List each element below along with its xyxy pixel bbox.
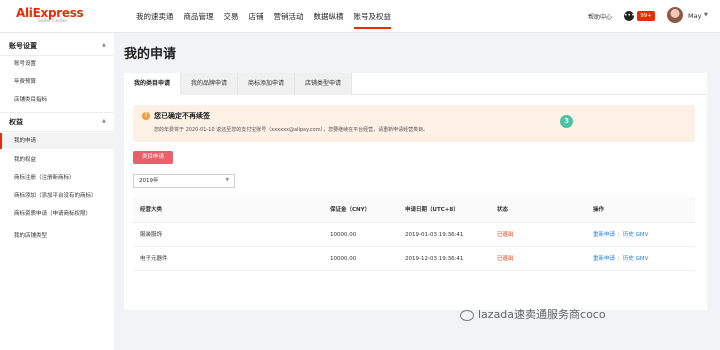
column-header-category: 经营大类 [140, 207, 163, 213]
message-count-badge: 99+ [637, 11, 655, 21]
sidebar-section-rights[interactable]: 权益 [9, 117, 23, 127]
cell-date: 2019-01-03 19:36:41 [405, 232, 464, 238]
cell-actions: 重新申请 | 历史 GMV [593, 223, 648, 247]
applications-panel: 我的类目申请 我的品牌申请 商标添加申请 店铺类型申请 ! 您已确定不再续签 您… [124, 73, 707, 310]
nav-orders[interactable]: 交易 [224, 0, 239, 33]
applications-table: 经营大类 保证金（CNY） 申请日期（UTC+8） 状态 操作 服装服饰 100… [133, 197, 695, 271]
message-icon[interactable]: ••• [624, 11, 635, 21]
cell-status: 已退出 [497, 232, 514, 238]
nav-account[interactable]: 账号及权益 [353, 0, 391, 33]
divider [0, 112, 114, 113]
category-apply-button[interactable]: 类目申请 [133, 151, 173, 164]
cell-deposit: 10000.00 [330, 232, 357, 238]
notice-text: 您的年费将于 2020-01-10 返还至您的支付宝账号（xxxxxx@alip… [154, 127, 429, 133]
action-separator: | [618, 256, 620, 262]
tab-trademark-add-applications[interactable]: 商标添加申请 [238, 73, 296, 95]
notice-title: 您已确定不再续签 [154, 112, 210, 120]
column-header-date: 申请日期（UTC+8） [405, 207, 459, 213]
sidebar-item-my-rights[interactable]: 我的权益 [0, 152, 114, 168]
collapse-arrow-icon[interactable]: ▲ [102, 42, 106, 48]
sidebar-item-trademark-add[interactable]: 商标添加（添加平台没有的商标） [0, 188, 114, 204]
chevron-down-icon[interactable]: ▼ [704, 12, 708, 18]
table-row: 电子元器件 10000.00 2019-12-03 19:36:41 已退出 重… [133, 247, 695, 271]
main-nav: 我的速卖通 商品管理 交易 店铺 营销活动 数据纵横 账号及权益 [136, 0, 401, 33]
cell-date: 2019-12-03 19:36:41 [405, 256, 464, 262]
action-separator: | [618, 232, 620, 238]
cell-actions: 重新申请 | 历史 GMV [593, 247, 648, 271]
top-header: AliExpress Seller Center 我的速卖通 商品管理 交易 店… [0, 0, 720, 33]
tab-bar: 我的类目申请 我的品牌申请 商标添加申请 店铺类型申请 [124, 73, 707, 95]
avatar[interactable] [667, 7, 683, 23]
page-title: 我的申请 [124, 47, 177, 62]
tab-store-type-applications[interactable]: 店铺类型申请 [295, 73, 353, 95]
nav-products[interactable]: 商品管理 [184, 0, 214, 33]
year-select[interactable]: 2019年 ▼ [133, 174, 235, 188]
collapse-arrow-icon[interactable]: ▲ [102, 118, 106, 124]
history-gmv-link[interactable]: 历史 GMV [623, 256, 649, 262]
chevron-down-icon: ▼ [225, 178, 229, 183]
tab-category-applications[interactable]: 我的类目申请 [124, 73, 182, 95]
sidebar: 账号设置 ▲ 账号设置 年费预算 店铺类目指标 权益 ▲ 我的申请 我的权益 商… [0, 33, 114, 350]
aliexpress-logo[interactable]: AliExpress Seller Center [16, 6, 84, 24]
help-center-link[interactable]: 帮助中心 [588, 12, 612, 21]
history-gmv-link[interactable]: 历史 GMV [623, 232, 649, 238]
notice-banner: ! 您已确定不再续签 您的年费将于 2020-01-10 返还至您的支付宝账号（… [133, 105, 695, 142]
reapply-link[interactable]: 重新申请 [593, 232, 615, 238]
sidebar-item-account-settings[interactable]: 账号设置 [0, 56, 114, 72]
nav-store[interactable]: 店铺 [249, 0, 264, 33]
sidebar-item-trademark-register[interactable]: 商标注册（注册新商标） [0, 170, 114, 186]
year-select-value: 2019年 [139, 178, 159, 184]
cell-status: 已退出 [497, 256, 514, 262]
sidebar-item-category-indicators[interactable]: 店铺类目指标 [0, 92, 114, 108]
nav-data[interactable]: 数据纵横 [314, 0, 344, 33]
watermark-text: lazada速卖通服务商coco [478, 308, 606, 321]
nav-my-aliexpress[interactable]: 我的速卖通 [136, 0, 174, 33]
main-content: 我的申请 我的类目申请 我的品牌申请 商标添加申请 店铺类型申请 ! 您已确定不… [114, 33, 720, 350]
nav-marketing[interactable]: 营销活动 [274, 0, 304, 33]
sidebar-section-account[interactable]: 账号设置 [9, 41, 37, 51]
cell-category: 服装服饰 [140, 232, 163, 238]
cell-category: 电子元器件 [140, 256, 168, 262]
step-number-badge: 3 [560, 115, 573, 128]
tab-brand-applications[interactable]: 我的品牌申请 [181, 73, 239, 95]
sidebar-item-annual-fee[interactable]: 年费预算 [0, 74, 114, 90]
column-header-status: 状态 [497, 207, 509, 213]
column-header-actions: 操作 [593, 207, 605, 213]
sidebar-item-my-applications[interactable]: 我的申请 [0, 133, 114, 149]
table-row: 服装服饰 10000.00 2019-01-03 19:36:41 已退出 重新… [133, 223, 695, 247]
sidebar-item-store-type[interactable]: 我的店铺类型 [0, 228, 114, 244]
logo-text: AliExpress [16, 6, 84, 20]
table-header: 经营大类 保证金（CNY） 申请日期（UTC+8） 状态 操作 [133, 197, 695, 223]
watermark: lazada速卖通服务商coco [460, 306, 606, 322]
column-header-deposit: 保证金（CNY） [330, 207, 371, 213]
cell-deposit: 10000.00 [330, 256, 357, 262]
divider [0, 131, 114, 132]
warning-icon: ! [142, 112, 150, 120]
wechat-icon [460, 309, 474, 321]
username[interactable]: May [688, 12, 701, 20]
sidebar-item-trademark-qualification[interactable]: 商标资质申请（申请商标权限） [0, 206, 114, 222]
reapply-link[interactable]: 重新申请 [593, 256, 615, 262]
